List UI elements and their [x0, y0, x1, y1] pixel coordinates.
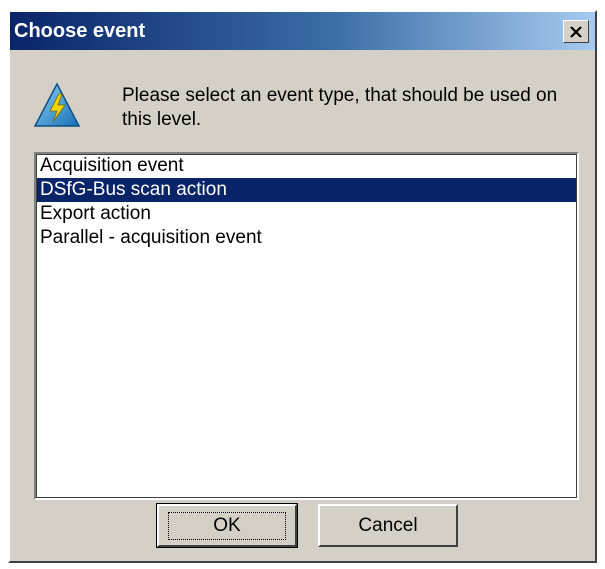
event-type-list[interactable]: Acquisition event DSfG-Bus scan action Exp… — [34, 152, 579, 500]
prompt-text: Please select an event type, that should… — [122, 85, 558, 130]
close-icon — [570, 25, 582, 38]
ok-button[interactable]: OK — [156, 503, 298, 548]
list-item[interactable]: DSfG-Bus scan action — [36, 178, 577, 202]
cancel-button[interactable]: Cancel — [318, 504, 458, 547]
cancel-button-label: Cancel — [358, 514, 418, 536]
choose-event-dialog: Choose event Please select an event type… — [8, 10, 597, 563]
dialog-title: Choose event — [14, 20, 146, 42]
lightning-event-icon — [33, 82, 81, 127]
close-button[interactable] — [563, 20, 589, 43]
list-item[interactable]: Export action — [36, 202, 577, 226]
list-item[interactable]: Parallel - acquisition event — [36, 226, 577, 250]
title-bar[interactable]: Choose event — [10, 12, 595, 50]
list-item[interactable]: Acquisition event — [36, 154, 577, 178]
ok-button-label: OK — [168, 511, 286, 540]
